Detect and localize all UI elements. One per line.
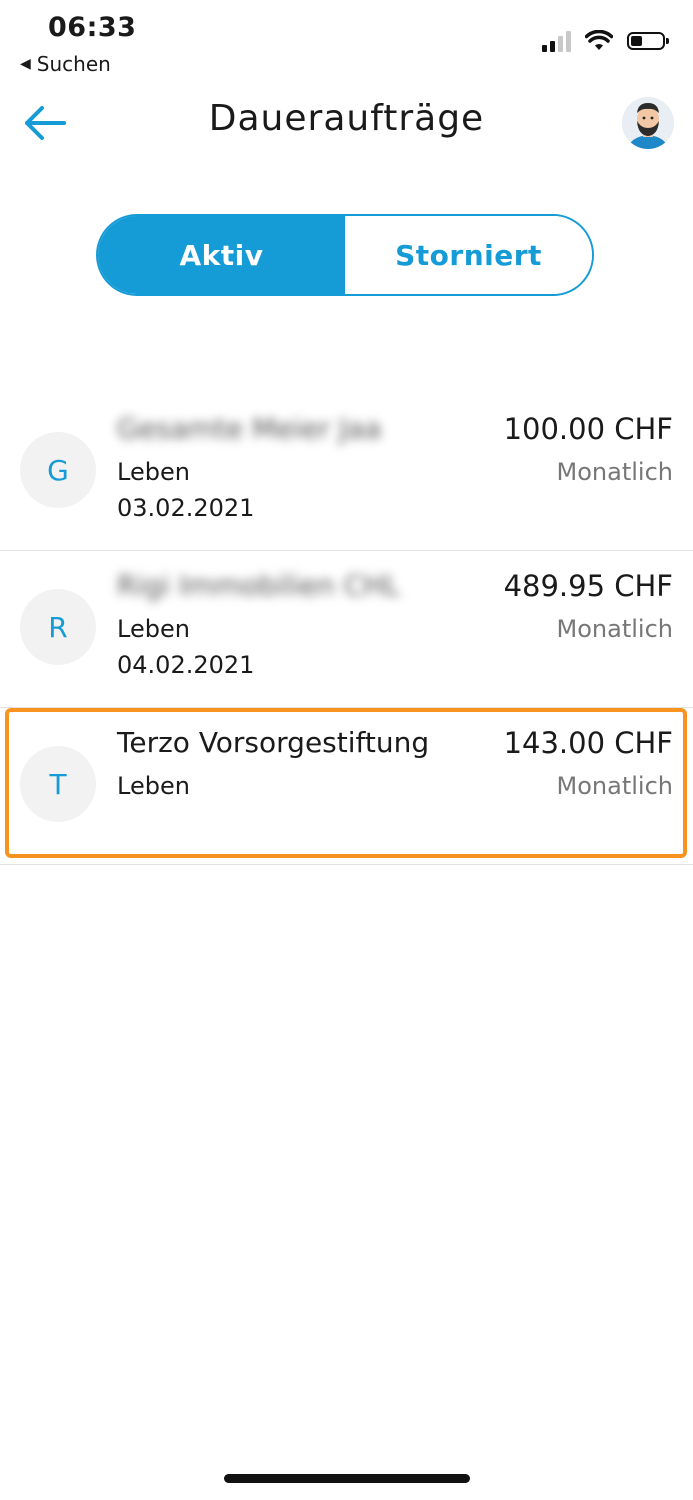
back-triangle-icon: ◀ [20, 56, 31, 72]
back-app-label: Suchen [36, 52, 111, 76]
list-item[interactable]: R Rigi Immobilien CHL Leben 04.02.2021 4… [0, 551, 693, 708]
standing-orders-list: G Gesamte Meier Jaa Leben 03.02.2021 100… [0, 394, 693, 865]
status-time: 06:33 [48, 12, 137, 43]
battery-icon [627, 32, 669, 50]
amount-label: 489.95 CHF [503, 569, 673, 603]
initial-avatar: R [20, 589, 96, 665]
category-label: Leben [117, 772, 190, 800]
tab-storniert[interactable]: Storniert [345, 216, 592, 294]
page-title: Daueraufträge [208, 98, 485, 139]
amount-label: 100.00 CHF [503, 412, 673, 446]
avatar-icon [622, 97, 674, 149]
category-label: Leben [117, 615, 190, 643]
list-item[interactable]: G Gesamte Meier Jaa Leben 03.02.2021 100… [0, 394, 693, 551]
profile-avatar[interactable] [622, 97, 674, 149]
tab-aktiv[interactable]: Aktiv [98, 216, 345, 294]
category-label: Leben [117, 458, 190, 486]
recipient-name: Gesamte Meier Jaa [117, 412, 382, 445]
initial-avatar: T [20, 746, 96, 822]
list-item[interactable]: T Terzo Vorsorgestiftung Leben 143.00 CH… [0, 708, 693, 865]
frequency-label: Monatlich [556, 772, 673, 800]
recipient-name: Terzo Vorsorgestiftung [117, 726, 430, 759]
date-label: 03.02.2021 [117, 494, 255, 522]
initial-avatar: G [20, 432, 96, 508]
frequency-label: Monatlich [556, 458, 673, 486]
amount-label: 143.00 CHF [503, 726, 673, 760]
cellular-signal-icon [542, 30, 571, 52]
frequency-label: Monatlich [556, 615, 673, 643]
status-icons [542, 30, 669, 52]
date-label: 04.02.2021 [117, 651, 255, 679]
status-segmented-control: Aktiv Storniert [96, 214, 594, 296]
back-to-app[interactable]: ◀ Suchen [20, 52, 111, 76]
wifi-icon [585, 30, 613, 50]
recipient-name: Rigi Immobilien CHL [117, 569, 400, 602]
home-indicator[interactable] [224, 1474, 470, 1483]
